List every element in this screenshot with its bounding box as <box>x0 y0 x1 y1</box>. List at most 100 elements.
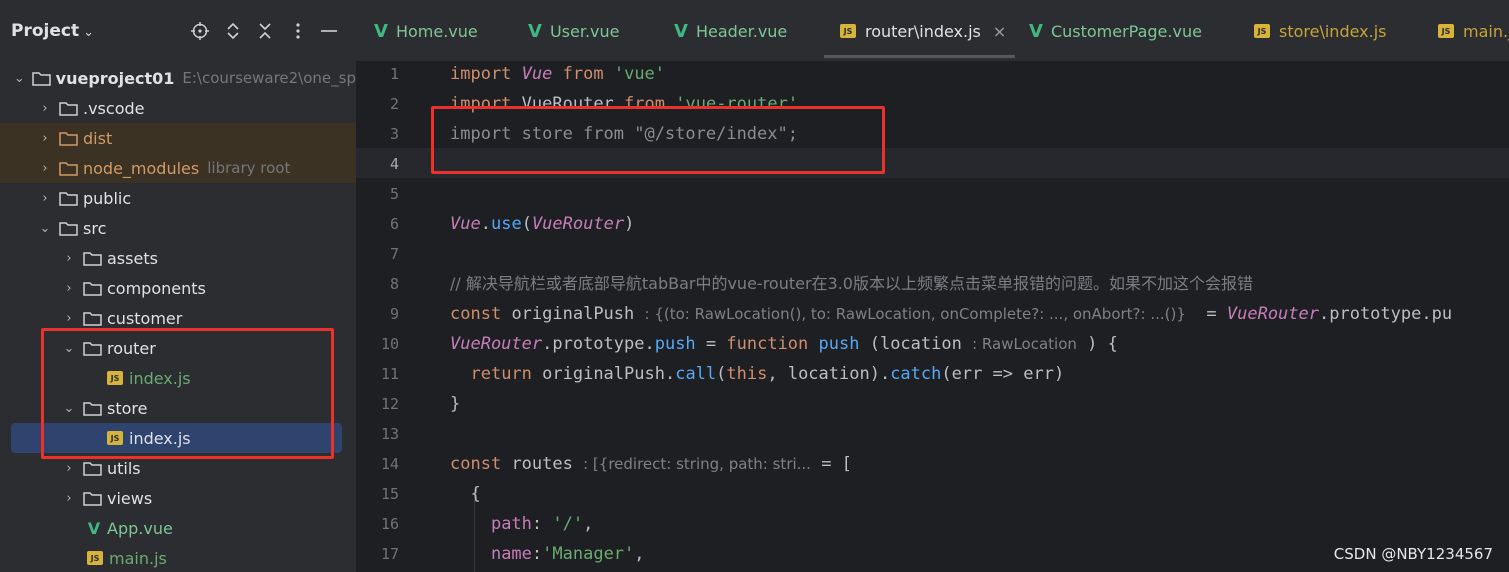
vue-file-icon: V <box>374 20 388 42</box>
line-number: 9 <box>389 305 399 323</box>
js-file-icon: JS <box>1438 24 1454 38</box>
line-number: 10 <box>380 335 399 353</box>
tree-item-app-vue[interactable]: V App.vue <box>0 513 356 543</box>
chevron-right-icon[interactable]: › <box>37 191 53 206</box>
tree-item-components[interactable]: › components <box>0 273 356 303</box>
line-number: 14 <box>380 455 399 473</box>
code-line-11: return originalPush.call(this, location)… <box>470 364 1065 384</box>
tree-item-node-modules[interactable]: › node_modules library root <box>0 153 356 183</box>
line-number: 15 <box>380 485 399 503</box>
expand-all-icon[interactable] <box>222 18 244 44</box>
tab-label: User.vue <box>549 21 620 41</box>
folder-icon <box>83 251 102 266</box>
chevron-right-icon[interactable]: › <box>61 251 77 266</box>
line-number: 16 <box>380 515 399 533</box>
tree-item-src[interactable]: ⌄ src <box>0 213 356 243</box>
line-number: 8 <box>389 275 399 293</box>
annotation-box-import <box>431 106 885 174</box>
folder-icon <box>83 461 102 476</box>
watermark: CSDN @NBY1234567 <box>1333 545 1493 563</box>
chevron-right-icon[interactable]: › <box>61 281 77 296</box>
tab-label: main.js <box>1463 21 1509 41</box>
folder-icon <box>83 311 102 326</box>
chevron-right-icon[interactable]: › <box>61 311 77 326</box>
tab-router-index-js[interactable]: JS router\index.js × <box>840 0 1006 61</box>
chevron-right-icon[interactable]: › <box>61 491 77 506</box>
tree-item-vscode[interactable]: › .vscode <box>0 93 356 123</box>
tree-item-path: E:\courseware2\one_sp <box>182 69 356 87</box>
more-icon[interactable] <box>287 18 309 44</box>
tree-item-label: customer <box>107 308 183 328</box>
line-number: 3 <box>389 125 399 143</box>
tree-item-public[interactable]: › public <box>0 183 356 213</box>
type-inlay-hint: : RawLocation <box>972 335 1077 353</box>
tree-item-label: App.vue <box>107 518 173 538</box>
chevron-down-icon[interactable]: ⌄ <box>13 71 26 86</box>
tree-item-label: vueproject01 <box>55 68 175 88</box>
type-inlay-hint: : [{redirect: string, path: stri... <box>583 455 811 473</box>
code-line-9: const originalPush : {(to: RawLocation()… <box>450 304 1453 324</box>
folder-icon <box>31 71 51 86</box>
line-number: 12 <box>380 395 399 413</box>
library-root-hint: library root <box>207 159 291 177</box>
type-inlay-hint: : {(to: RawLocation(), to: RawLocation, … <box>644 305 1186 323</box>
line-number: 7 <box>389 245 399 263</box>
js-file-icon: JS <box>840 24 856 38</box>
collapse-all-icon[interactable] <box>254 18 276 44</box>
tree-item-label: public <box>83 188 132 208</box>
tab-header-vue[interactable]: V Header.vue <box>674 0 787 61</box>
chevron-right-icon[interactable]: › <box>61 461 77 476</box>
vue-file-icon: V <box>674 20 688 42</box>
line-number: 17 <box>380 545 399 563</box>
code-line-10: VueRouter.prototype.push = function push… <box>450 334 1118 354</box>
folder-icon <box>59 221 78 236</box>
chevron-down-icon: ⌄ <box>83 25 94 40</box>
minimize-icon[interactable] <box>318 18 340 44</box>
code-line-14: const routes : [{redirect: string, path:… <box>450 454 852 474</box>
tab-home-vue[interactable]: V Home.vue <box>374 0 478 61</box>
tree-item-dist[interactable]: › dist <box>0 123 356 153</box>
chevron-right-icon[interactable]: › <box>37 131 53 146</box>
tab-label: store\index.js <box>1279 21 1387 41</box>
tree-item-label: assets <box>107 248 158 268</box>
tree-item-label: src <box>83 218 107 238</box>
tree-item-label: dist <box>83 128 113 148</box>
chevron-down-icon[interactable]: ⌄ <box>37 221 53 236</box>
tree-item-views[interactable]: › views <box>0 483 356 513</box>
code-line-15: { <box>470 484 481 504</box>
tree-item-label: node_modules <box>83 158 200 178</box>
tab-store-index-js[interactable]: JS store\index.js <box>1254 0 1387 61</box>
tab-user-vue[interactable]: V User.vue <box>528 0 620 61</box>
tab-main-js[interactable]: JS main.js <box>1438 0 1509 61</box>
crosshair-icon[interactable] <box>189 18 211 44</box>
tab-customerpage-vue[interactable]: V CustomerPage.vue <box>1029 0 1202 61</box>
js-file-icon: JS <box>87 551 103 565</box>
tree-item-label: utils <box>107 458 141 478</box>
line-number: 11 <box>380 365 399 383</box>
project-header: Project ⌄ <box>0 0 356 62</box>
tree-item-vueproject01[interactable]: ⌄ vueproject01 E:\courseware2\one_sp <box>0 63 356 93</box>
chevron-right-icon[interactable]: › <box>37 101 53 116</box>
tree-item-label: main.js <box>109 548 167 568</box>
chevron-right-icon[interactable]: › <box>37 161 53 176</box>
js-file-icon: JS <box>1254 24 1270 38</box>
line-number: 13 <box>380 425 399 443</box>
tree-item-main-js[interactable]: JS main.js <box>0 543 356 572</box>
close-icon[interactable]: × <box>993 22 1006 41</box>
tree-item-label: .vscode <box>83 98 145 118</box>
tab-label: CustomerPage.vue <box>1050 21 1202 41</box>
code-line-17: name:'Manager', <box>490 544 645 564</box>
line-number: 1 <box>389 65 399 83</box>
code-line-8: // 解决导航栏或者底部导航tabBar中的vue-router在3.0版本以上… <box>450 274 1253 293</box>
editor-tab-bar: V Home.vue V User.vue V Header.vue JS ro… <box>356 0 1509 62</box>
tree-item-label: components <box>107 278 206 298</box>
project-view-selector[interactable]: Project ⌄ <box>11 21 94 41</box>
project-panel: Project ⌄ ⌄ vueproject01 E:\courseware2\o… <box>0 0 356 572</box>
code-line-16: path: '/', <box>490 514 594 534</box>
line-number: 5 <box>389 185 399 203</box>
annotation-box-tree <box>41 328 334 459</box>
project-title: Project <box>11 21 80 41</box>
tree-item-assets[interactable]: › assets <box>0 243 356 273</box>
tab-label: router\index.js <box>865 21 981 41</box>
code-line-6: Vue.use(VueRouter) <box>450 214 635 234</box>
